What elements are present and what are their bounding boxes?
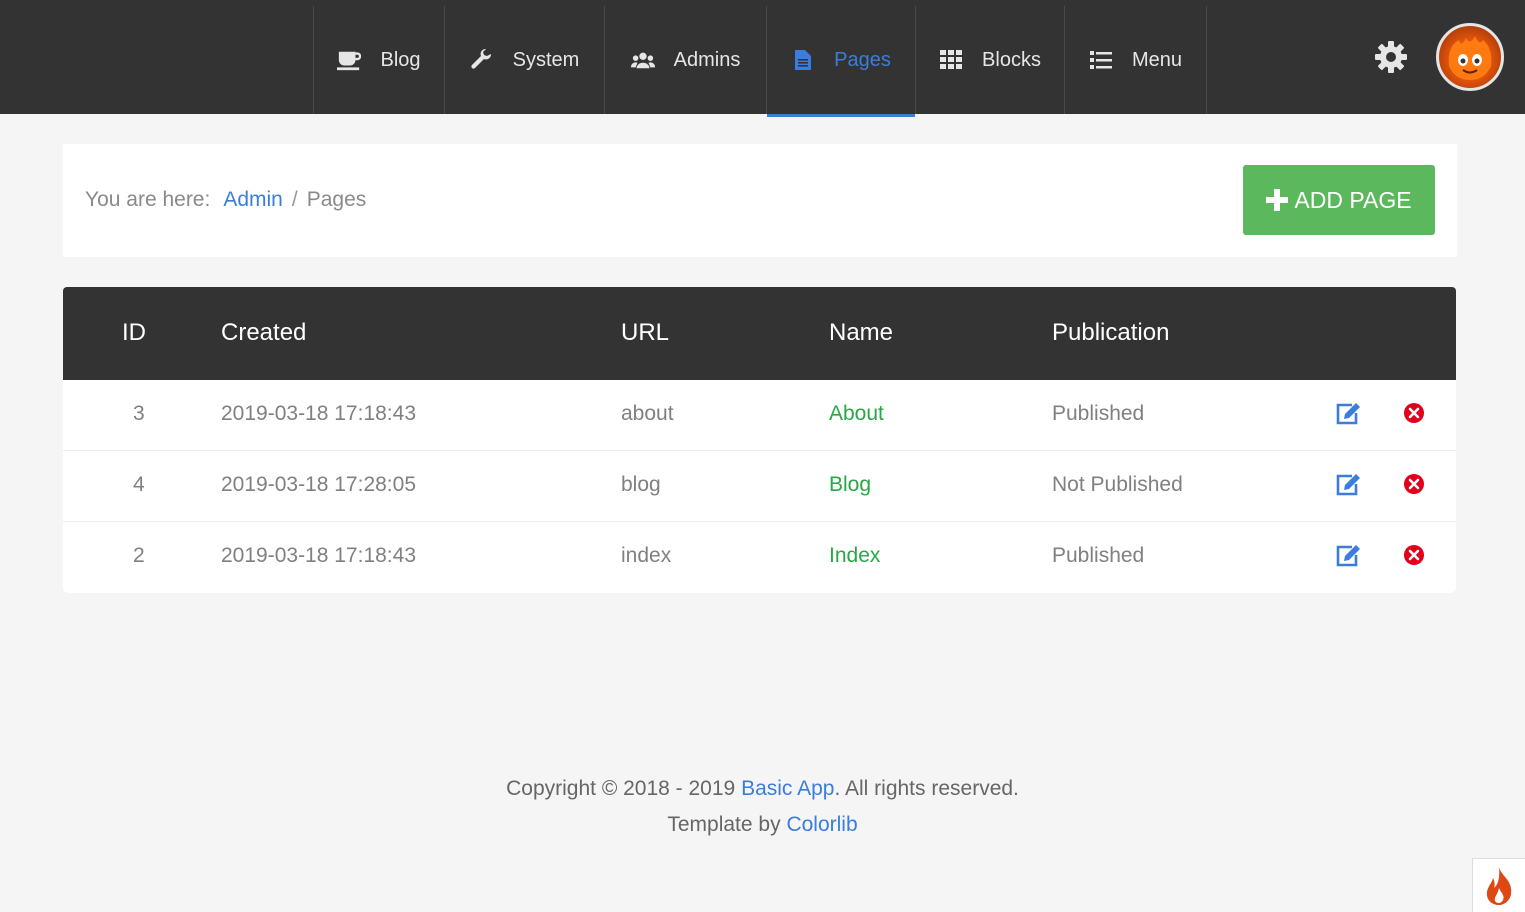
cell-name-link[interactable]: Index — [829, 544, 880, 568]
breadcrumb-link-admin[interactable]: Admin — [223, 188, 283, 212]
breadcrumb-current: Pages — [306, 188, 367, 211]
nav-label: Pages — [834, 48, 891, 71]
add-page-label: ADD PAGE — [1294, 186, 1412, 213]
nav-item-system[interactable]: System — [444, 6, 604, 114]
avatar[interactable] — [1436, 23, 1504, 91]
cell-created: 2019-03-18 17:28:05 — [221, 473, 416, 496]
cell-name-link[interactable]: Blog — [829, 473, 871, 497]
cell-publication: Not Published — [1052, 473, 1183, 496]
coffee-icon — [337, 48, 362, 72]
footer-link-basic-app[interactable]: Basic App — [741, 777, 834, 800]
nav-label: System — [512, 48, 580, 71]
cell-id: 2 — [133, 544, 145, 567]
cell-name-link[interactable]: About — [829, 402, 884, 426]
breadcrumb: You are here: Admin / Pages — [85, 188, 366, 212]
cell-url: index — [621, 544, 672, 567]
settings-gear-icon[interactable] — [1374, 40, 1408, 74]
breadcrumb-card: You are here: Admin / Pages ADD PAGE — [63, 144, 1457, 257]
wrench-icon — [470, 48, 494, 72]
nav-item-menu[interactable]: Menu — [1064, 6, 1207, 114]
main-nav: Blog System Admins Pages Blocks Menu — [313, 6, 1207, 117]
table-row: 4 2019-03-18 17:28:05 blog Blog Not Publ… — [63, 451, 1456, 522]
users-icon — [630, 48, 655, 72]
footer-link-colorlib[interactable]: Colorlib — [786, 813, 857, 836]
breadcrumb-separator: / — [291, 188, 298, 211]
cell-created: 2019-03-18 17:18:43 — [221, 402, 416, 425]
plus-icon — [1266, 184, 1289, 216]
file-icon — [791, 48, 815, 72]
table-row: 2 2019-03-18 17:18:43 index Index Publis… — [63, 522, 1456, 593]
grid-icon — [939, 48, 963, 72]
copyright-suffix: . All rights reserved. — [834, 777, 1019, 800]
list-icon — [1089, 48, 1113, 72]
header-name: Name — [829, 319, 894, 346]
breadcrumb-prefix: You are here: — [85, 188, 211, 211]
edit-icon[interactable] — [1335, 473, 1361, 499]
table-header: ID Created URL Name Publication — [63, 287, 1456, 380]
footer-template-credit: Template by Colorlib — [0, 813, 1525, 837]
cell-id: 4 — [133, 473, 145, 496]
nav-item-blocks[interactable]: Blocks — [915, 6, 1064, 114]
header-id: ID — [122, 319, 146, 346]
pages-table: ID Created URL Name Publication 3 2019-0… — [63, 287, 1456, 593]
copyright-prefix: Copyright © 2018 - 2019 — [506, 777, 736, 800]
cell-publication: Published — [1052, 544, 1145, 567]
delete-icon[interactable] — [1403, 544, 1429, 570]
footer-copyright: Copyright © 2018 - 2019 Basic App. All r… — [0, 777, 1525, 801]
cell-url: about — [621, 402, 674, 425]
edit-icon[interactable] — [1335, 402, 1361, 428]
table-row: 3 2019-03-18 17:18:43 about About Publis… — [63, 380, 1456, 451]
nav-item-admins[interactable]: Admins — [604, 6, 766, 114]
edit-icon[interactable] — [1335, 544, 1361, 570]
cell-id: 3 — [133, 402, 145, 425]
nav-label: Menu — [1131, 48, 1183, 71]
delete-icon[interactable] — [1403, 402, 1429, 428]
add-page-button[interactable]: ADD PAGE — [1243, 165, 1435, 235]
header-url: URL — [621, 319, 670, 346]
nav-label: Admins — [673, 48, 741, 71]
delete-icon[interactable] — [1403, 473, 1429, 499]
header-created: Created — [221, 319, 307, 346]
nav-item-pages[interactable]: Pages — [766, 6, 915, 117]
nav-label: Blocks — [982, 48, 1041, 71]
header-publication: Publication — [1052, 319, 1170, 346]
cell-url: blog — [621, 473, 661, 496]
cell-publication: Published — [1052, 402, 1145, 425]
flame-icon[interactable] — [1472, 858, 1525, 912]
template-prefix: Template by — [667, 813, 781, 836]
nav-item-blog[interactable]: Blog — [313, 6, 444, 114]
top-navbar: Blog System Admins Pages Blocks Menu — [0, 0, 1525, 117]
nav-label: Blog — [380, 48, 421, 71]
cell-created: 2019-03-18 17:18:43 — [221, 544, 416, 567]
